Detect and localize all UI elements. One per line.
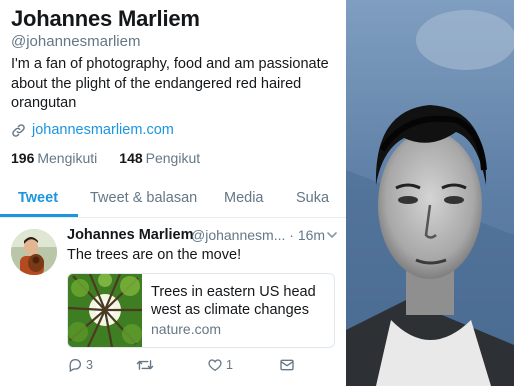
avatar[interactable]	[11, 229, 57, 275]
reply-icon	[69, 359, 81, 373]
id-card-photo	[346, 0, 514, 386]
card-domain: nature.com	[151, 321, 222, 337]
heart-icon	[208, 359, 222, 372]
retweet-button[interactable]	[136, 357, 157, 373]
envelope-icon	[280, 359, 294, 371]
tweet-meta: @johannesm... · 16m	[191, 227, 325, 243]
following-count: 196	[11, 150, 35, 166]
followers-count: 148	[119, 150, 143, 166]
profile-stats: 196 Mengikuti 148 Pengikut	[11, 150, 200, 166]
tweet-actions: 3 1	[67, 357, 337, 377]
following-stat[interactable]: 196 Mengikuti	[11, 150, 97, 166]
profile-bio: I'm a fan of photography, food and am pa…	[11, 56, 329, 111]
tab-likes[interactable]: Suka	[296, 190, 329, 206]
tab-media[interactable]: Media	[224, 190, 264, 206]
link-icon	[12, 123, 25, 137]
profile-handle: @johannesmarliem	[11, 33, 141, 50]
followers-label: Pengikut	[145, 150, 201, 166]
direct-message-button[interactable]	[279, 357, 298, 373]
profile-tabs: Tweet Tweet & balasan Media Suka	[0, 183, 346, 218]
active-tab-indicator	[0, 214, 78, 217]
like-button[interactable]: 1	[207, 357, 233, 373]
tweet-handle[interactable]: @johannesm...	[191, 227, 285, 243]
profile-website-text[interactable]: johannesmarliem.com	[32, 122, 174, 138]
tab-tweet[interactable]: Tweet	[18, 190, 58, 206]
followers-stat[interactable]: 148 Pengikut	[119, 150, 200, 166]
profile-name: Johannes Marliem	[11, 6, 200, 31]
card-title[interactable]: Trees in eastern US head west as climate…	[151, 283, 329, 319]
following-label: Mengikuti	[37, 150, 98, 166]
tweet-time[interactable]: 16m	[298, 227, 325, 243]
retweet-icon	[136, 360, 154, 370]
tweet-separator: ·	[289, 227, 294, 243]
tab-tweet-replies[interactable]: Tweet & balasan	[90, 190, 197, 206]
profile-website-link[interactable]: johannesmarliem.com	[11, 122, 174, 138]
tweet-author[interactable]: Johannes Marliem	[67, 227, 194, 243]
reply-button[interactable]: 3	[67, 357, 93, 373]
tweet-text: The trees are on the move!	[67, 247, 242, 263]
chevron-down-icon[interactable]	[326, 229, 338, 241]
tweet-item[interactable]: Johannes Marliem @johannesm... · 16m The…	[0, 218, 346, 386]
like-count: 1	[226, 358, 233, 372]
reply-count: 3	[86, 358, 93, 372]
twitter-profile-panel: Johannes Marliem @johannesmarliem I'm a …	[0, 0, 346, 386]
link-card[interactable]: Trees in eastern US head west as climate…	[67, 273, 335, 348]
card-image	[68, 274, 142, 347]
